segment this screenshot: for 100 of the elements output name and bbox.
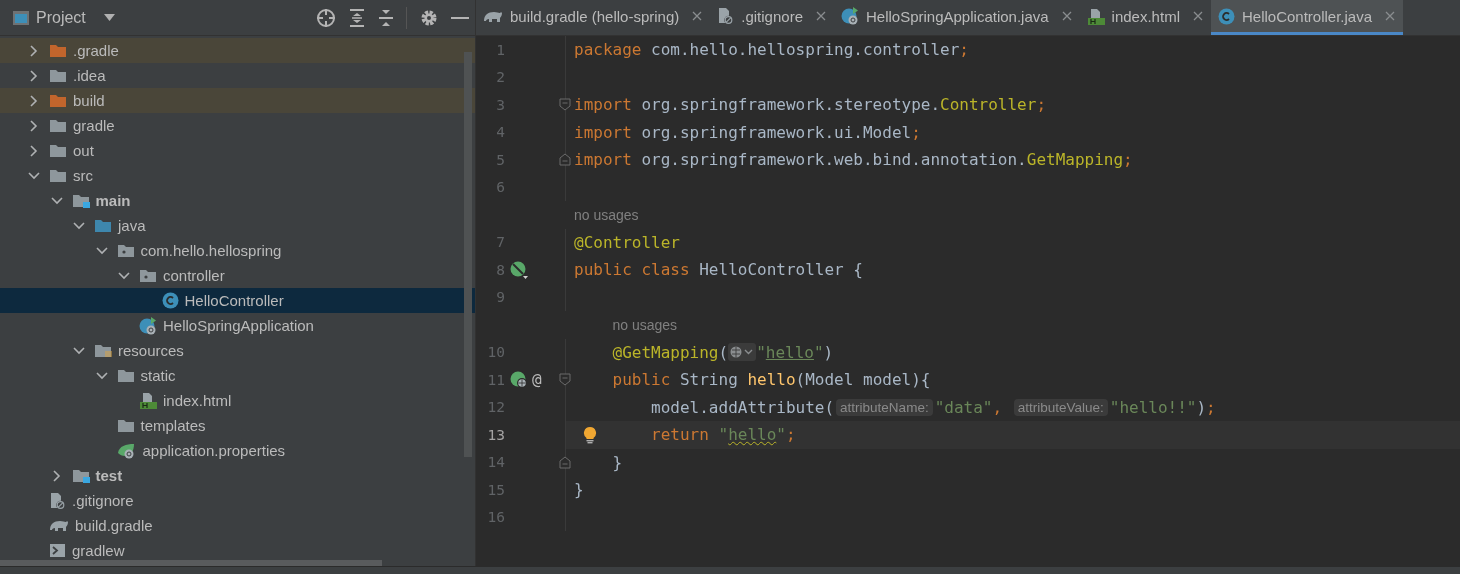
editor-tab[interactable]: index.html (1079, 0, 1211, 35)
code-text: @Controller (574, 232, 680, 252)
tree-item[interactable]: .idea (0, 63, 475, 88)
spring-file-icon (116, 442, 137, 459)
ignore-file-icon (717, 7, 735, 25)
editor-tab[interactable]: build.gradle (hello-spring) (476, 0, 711, 35)
panel-title: Project (36, 8, 86, 27)
tree-item[interactable]: test (0, 463, 475, 488)
fold-marker-icon[interactable] (559, 98, 571, 111)
line-number: 15 (486, 481, 505, 498)
tree-item[interactable]: gradle (0, 113, 475, 138)
code-text: @GetMapping( (612, 342, 729, 362)
tree-item[interactable]: build.gradle (0, 513, 475, 538)
code-text: package com.hello.hellospring.controller; (574, 40, 969, 60)
fold-marker-icon[interactable] (559, 153, 571, 166)
code-text: return "hello"; (651, 425, 796, 445)
editor-tab[interactable]: HelloSpringApplication.java (834, 0, 1080, 35)
settings-icon[interactable] (420, 8, 438, 27)
line-number: 10 (486, 344, 505, 361)
class-icon (139, 316, 157, 335)
tree-item[interactable]: static (0, 363, 475, 388)
tree-item[interactable]: .gradle (0, 38, 475, 63)
package-icon (116, 243, 135, 258)
folder-icon (116, 368, 135, 383)
web-url-icon[interactable] (728, 343, 757, 362)
tree-item[interactable]: com.hello.hellospring (0, 238, 475, 263)
class-icon (161, 292, 179, 309)
folder-icon (49, 43, 67, 58)
parameter-hint: attributeName: (836, 398, 933, 416)
close-icon[interactable] (1061, 11, 1072, 21)
tree-item[interactable]: controller (0, 263, 475, 288)
folder-icon (94, 218, 112, 233)
folder-icon (71, 193, 90, 208)
folder-icon (49, 68, 67, 83)
web-mapping-icon[interactable] (510, 370, 528, 389)
close-icon[interactable] (1192, 11, 1203, 21)
package-icon (139, 268, 157, 283)
tree-item[interactable]: HelloSpringApplication (0, 313, 475, 338)
line-number: 12 (486, 399, 505, 416)
line-number: 9 (495, 289, 505, 306)
line-number: 16 (486, 509, 505, 526)
html-file-icon (139, 392, 157, 409)
code-text: "hello") (756, 342, 834, 362)
tree-item[interactable]: src (0, 163, 475, 188)
fold-marker-icon[interactable] (559, 373, 571, 386)
annotation-marker[interactable]: @ (532, 370, 542, 390)
tree-item[interactable]: build (0, 88, 475, 113)
line-number: 11 (486, 371, 505, 388)
usages-hint[interactable]: no usages (612, 316, 678, 333)
code-text: public String hello(Model model){ (612, 370, 931, 390)
folder-icon (71, 468, 90, 483)
close-icon[interactable] (692, 11, 703, 21)
folder-icon (49, 118, 67, 133)
line-number: 14 (486, 454, 505, 471)
spring-bean-icon[interactable] (510, 260, 528, 279)
fold-marker-icon[interactable] (559, 455, 571, 469)
line-number: 2 (495, 69, 505, 86)
line-number: 1 (495, 41, 505, 58)
window-icon (12, 9, 30, 26)
tree-item[interactable]: application.properties (0, 438, 475, 463)
line-number: 3 (495, 96, 505, 113)
code-text: import org.springframework.ui.Model; (574, 122, 921, 142)
class-icon (1217, 7, 1235, 25)
code-text: "hello!!"); (1109, 397, 1216, 417)
line-number: 5 (495, 151, 505, 168)
folder-icon (49, 143, 67, 158)
tree-item[interactable]: out (0, 138, 475, 163)
close-icon[interactable] (816, 11, 826, 21)
locate-icon[interactable] (316, 7, 336, 28)
editor-tab[interactable]: HelloController.java (1210, 0, 1404, 35)
tree-item[interactable]: index.html (0, 388, 475, 413)
folder-icon (49, 93, 67, 108)
editor-tab[interactable]: .gitignore (710, 0, 834, 35)
tree-item[interactable]: .gitignore (0, 488, 475, 513)
lightbulb-icon[interactable] (583, 426, 597, 444)
parameter-hint: attributeValue: (1013, 398, 1108, 416)
folder-icon (49, 168, 67, 183)
line-number: 13 (486, 426, 505, 443)
tree-item[interactable]: HelloController (0, 288, 475, 313)
folder-icon (94, 343, 112, 358)
dropdown-caret-icon[interactable] (103, 14, 115, 21)
collapse-all-icon[interactable] (378, 8, 394, 27)
code-text: model.addAttribute( (651, 397, 835, 417)
code-text: import org.springframework.web.bind.annotation.GetMapping; (574, 150, 1133, 170)
line-number: 8 (495, 261, 505, 278)
tree-item[interactable]: gradlew (0, 538, 475, 563)
tree-item[interactable]: main (0, 188, 475, 213)
code-text: "data", (934, 397, 1004, 417)
code-text: import org.springframework.stereotype.Controller; (574, 95, 1046, 115)
tree-item[interactable]: resources (0, 338, 475, 363)
line-number: 4 (495, 124, 505, 141)
usages-hint[interactable]: no usages (574, 206, 639, 223)
elephant-icon (49, 518, 69, 533)
tree-item[interactable]: templates (0, 413, 475, 438)
terminal-icon (49, 543, 66, 558)
code-text: } (612, 452, 623, 472)
code-text: public class HelloController { (574, 260, 863, 280)
class-icon (841, 7, 859, 25)
tree-item[interactable]: java (0, 213, 475, 238)
expand-all-icon[interactable] (349, 8, 365, 27)
